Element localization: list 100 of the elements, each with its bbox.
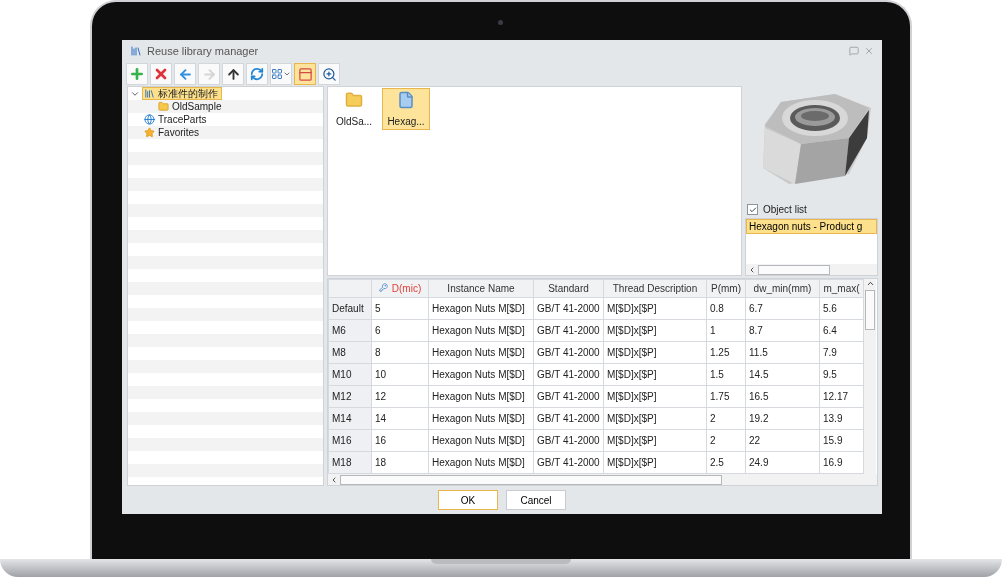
table-cell: 12 bbox=[371, 385, 429, 408]
table-cell: 7.9 bbox=[819, 341, 864, 364]
scroll-thumb[interactable] bbox=[865, 290, 875, 330]
refresh-icon bbox=[250, 67, 264, 81]
layout-icon bbox=[297, 66, 313, 82]
table-cell: Hexagon Nuts M[$D] bbox=[428, 363, 534, 386]
table-cell: GB/T 41-2000 bbox=[533, 319, 604, 342]
table-cell: 5 bbox=[371, 297, 429, 320]
dialog-button[interactable]: Cancel bbox=[506, 490, 566, 510]
app-icon bbox=[130, 45, 142, 57]
star-icon bbox=[144, 127, 155, 138]
table-cell: 5.6 bbox=[819, 297, 864, 320]
table-cell: GB/T 41-2000 bbox=[533, 297, 604, 320]
table-cell: 10 bbox=[371, 363, 429, 386]
table-cell: Hexagon Nuts M[$D] bbox=[428, 297, 534, 320]
row-header[interactable]: M18 bbox=[328, 451, 372, 474]
table-cell: 16.5 bbox=[745, 385, 820, 408]
table-cell: 19.2 bbox=[745, 407, 820, 430]
file-icon bbox=[397, 91, 415, 109]
table-cell: Hexagon Nuts M[$D] bbox=[428, 319, 534, 342]
table-cell: 22 bbox=[745, 429, 820, 452]
scroll-left-icon[interactable] bbox=[330, 475, 338, 484]
folder-icon bbox=[158, 101, 169, 112]
column-header[interactable]: P(mm) bbox=[706, 279, 746, 298]
close-icon[interactable] bbox=[864, 46, 874, 56]
column-header[interactable]: Instance Name bbox=[428, 279, 534, 298]
table-cell: 14.5 bbox=[745, 363, 820, 386]
table-cell: GB/T 41-2000 bbox=[533, 429, 604, 452]
scroll-left-icon[interactable] bbox=[748, 265, 756, 274]
table-cell: 0.8 bbox=[706, 297, 746, 320]
table-cell: M[$D]x[$P] bbox=[603, 451, 707, 474]
table-cell: M[$D]x[$P] bbox=[603, 429, 707, 452]
table-cell: 16.9 bbox=[819, 451, 864, 474]
row-header[interactable]: M10 bbox=[328, 363, 372, 386]
table-cell: 1 bbox=[706, 319, 746, 342]
column-header[interactable]: D(mic) bbox=[371, 279, 429, 298]
table-cell: 8.7 bbox=[745, 319, 820, 342]
scroll-up-icon[interactable] bbox=[865, 279, 875, 288]
table-cell: 16 bbox=[371, 429, 429, 452]
scroll-thumb[interactable] bbox=[758, 264, 830, 275]
tree-item[interactable]: TraceParts bbox=[142, 113, 211, 126]
row-header[interactable]: M12 bbox=[328, 385, 372, 408]
window-title: Reuse library manager bbox=[147, 45, 260, 57]
checkbox[interactable] bbox=[747, 204, 758, 215]
add-button[interactable] bbox=[126, 63, 148, 85]
table-cell: Hexagon Nuts M[$D] bbox=[428, 429, 534, 452]
table-cell: 12.17 bbox=[819, 385, 864, 408]
camera-icon bbox=[498, 20, 503, 25]
column-header[interactable]: m_max( bbox=[819, 279, 864, 298]
table-cell: M[$D]x[$P] bbox=[603, 297, 707, 320]
tree-item[interactable]: OldSample bbox=[156, 100, 226, 113]
delete-button[interactable] bbox=[150, 63, 172, 85]
table-cell: GB/T 41-2000 bbox=[533, 407, 604, 430]
scroll-thumb[interactable] bbox=[340, 474, 722, 485]
row-header[interactable]: M6 bbox=[328, 319, 372, 342]
scrollbar[interactable] bbox=[328, 474, 877, 485]
table-cell: GB/T 41-2000 bbox=[533, 341, 604, 364]
scrollbar[interactable] bbox=[746, 264, 877, 275]
table-cell: 1.5 bbox=[706, 363, 746, 386]
dialog-button[interactable]: OK bbox=[438, 490, 498, 510]
tree-item[interactable]: 标准件的制作 bbox=[142, 87, 222, 100]
table-cell: 9.5 bbox=[819, 363, 864, 386]
table-cell: 18 bbox=[371, 451, 429, 474]
scrollbar[interactable] bbox=[864, 279, 876, 474]
up-button[interactable] bbox=[222, 63, 244, 85]
zoom-button[interactable] bbox=[318, 63, 340, 85]
file-item[interactable]: Hexag... bbox=[382, 88, 430, 130]
table-cell: 2 bbox=[706, 407, 746, 430]
view-button[interactable] bbox=[270, 63, 292, 85]
table-cell: M[$D]x[$P] bbox=[603, 341, 707, 364]
row-header[interactable]: Default bbox=[328, 297, 372, 320]
table-cell: M[$D]x[$P] bbox=[603, 319, 707, 342]
table-cell: 11.5 bbox=[745, 341, 820, 364]
table-cell: Hexagon Nuts M[$D] bbox=[428, 407, 534, 430]
table-cell: 1.75 bbox=[706, 385, 746, 408]
row-header[interactable]: M16 bbox=[328, 429, 372, 452]
table-cell: GB/T 41-2000 bbox=[533, 451, 604, 474]
row-header[interactable]: M14 bbox=[328, 407, 372, 430]
row-header[interactable]: M8 bbox=[328, 341, 372, 364]
table-cell: Hexagon Nuts M[$D] bbox=[428, 341, 534, 364]
delete-icon bbox=[153, 66, 169, 82]
table-cell: 6.4 bbox=[819, 319, 864, 342]
table-cell: M[$D]x[$P] bbox=[603, 407, 707, 430]
file-item[interactable]: OldSa... bbox=[330, 88, 378, 130]
list-item[interactable]: Hexagon nuts - Product g bbox=[746, 219, 877, 234]
table-cell: M[$D]x[$P] bbox=[603, 385, 707, 408]
back-button[interactable] bbox=[174, 63, 196, 85]
add-icon bbox=[129, 66, 145, 82]
key-icon bbox=[378, 283, 388, 292]
layout-button[interactable] bbox=[294, 63, 316, 85]
table-cell: 6 bbox=[371, 319, 429, 342]
table-cell: 8 bbox=[371, 341, 429, 364]
refresh-button[interactable] bbox=[246, 63, 268, 85]
column-header[interactable]: dw_min(mm) bbox=[745, 279, 820, 298]
table-cell: 13.9 bbox=[819, 407, 864, 430]
tree-item[interactable]: Favorites bbox=[142, 126, 204, 139]
table-cell: Hexagon Nuts M[$D] bbox=[428, 385, 534, 408]
column-header[interactable]: Standard bbox=[533, 279, 604, 298]
table-cell: 24.9 bbox=[745, 451, 820, 474]
column-header[interactable]: Thread Description bbox=[603, 279, 707, 298]
